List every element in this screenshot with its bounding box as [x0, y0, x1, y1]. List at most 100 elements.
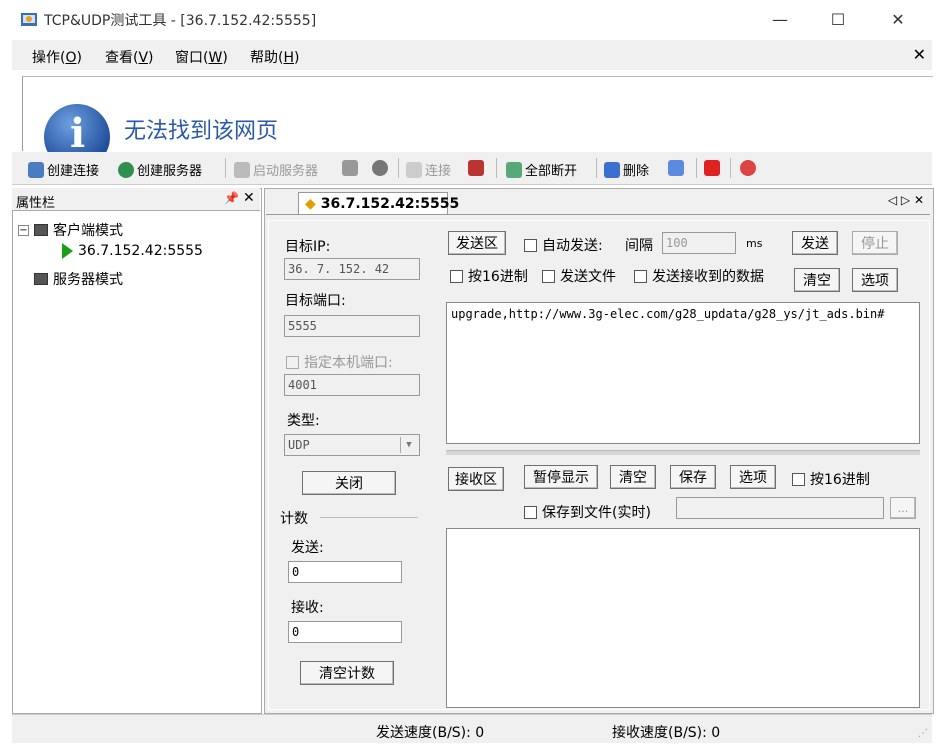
splitter[interactable] [446, 450, 920, 455]
page-not-found-message: 无法找到该网页 [124, 119, 279, 144]
create-server-button[interactable]: 创建服务器 [118, 160, 202, 179]
send-clear-button[interactable]: 清空 [794, 268, 840, 292]
property-panel-title: 属性栏 [16, 196, 56, 211]
delete-all-button[interactable] [668, 160, 684, 176]
auto-send-checkbox[interactable]: 自动发送: [524, 235, 603, 255]
create-connection-button[interactable]: 创建连接 [28, 160, 99, 179]
delete-x-icon [604, 161, 620, 178]
menu-operate[interactable]: 操作(O) [32, 47, 82, 67]
type-label: 类型: [287, 413, 320, 429]
checkbox-icon [286, 355, 299, 369]
pin-icon[interactable]: 📌 [224, 191, 239, 205]
globe-icon [118, 161, 134, 178]
close-window-button[interactable]: ✕ [876, 4, 920, 34]
close-connection-button[interactable]: 关闭 [302, 471, 396, 495]
tree-item-connection[interactable]: 36.7.152.42:5555 [62, 243, 203, 259]
menu-help[interactable]: 帮助(H) [250, 47, 299, 67]
tab-connection[interactable]: ◆ 36.7.152.42:5555 [298, 192, 459, 214]
power-icon [704, 160, 720, 176]
clear-count-button[interactable]: 清空计数 [300, 661, 394, 685]
send-count-label: 发送: [291, 540, 324, 556]
server-users-button[interactable] [342, 160, 358, 176]
target-ip-field[interactable]: 36. 7. 152. 42 [284, 258, 420, 280]
receive-hex-checkbox[interactable]: 按16进制 [792, 469, 870, 489]
resize-grip-icon[interactable]: ⋰ [918, 728, 928, 739]
tree-item-server-mode[interactable]: 服务器模式 [34, 269, 123, 289]
receive-clear-button[interactable]: 清空 [610, 465, 656, 489]
tree-item-client-mode[interactable]: − 客户端模式 [18, 220, 123, 240]
stop-button-toolbar[interactable] [372, 160, 388, 176]
send-textarea[interactable]: upgrade,http://www.3g-elec.com/g28_updat… [446, 302, 920, 444]
close-icon: ✕ [912, 45, 926, 64]
close-panel-button[interactable]: ✕ [243, 190, 255, 206]
new-connection-icon [28, 161, 44, 178]
toolbar-separator [730, 158, 731, 178]
tab-divider [266, 214, 930, 215]
target-ip-label: 目标IP: [285, 239, 331, 255]
checkbox-icon [524, 505, 537, 519]
send-button[interactable]: 发送 [792, 231, 838, 255]
recv-speed-status: 接收速度(B/S): 0 [612, 725, 721, 741]
server-icon [234, 161, 250, 178]
interval-field[interactable]: 100 [662, 232, 736, 254]
checkbox-icon [524, 238, 537, 252]
connect-button[interactable]: 连接 [406, 160, 451, 179]
type-select[interactable]: UDP ▼ [284, 434, 420, 456]
receive-area-button[interactable]: 接收区 [448, 467, 504, 491]
toolbar-separator [596, 158, 597, 178]
computer-icon [34, 273, 48, 285]
stop-circle-icon [372, 160, 388, 176]
disconnect-icon [468, 160, 484, 176]
browse-button[interactable]: ... [890, 497, 916, 519]
send-speed-status: 发送速度(B/S): 0 [376, 725, 485, 741]
toolbar-separator [398, 158, 399, 178]
send-received-checkbox[interactable]: 发送接收到的数据 [634, 266, 764, 286]
disconnect-button[interactable] [468, 160, 484, 176]
save-file-path-field[interactable] [676, 497, 884, 519]
maximize-button[interactable]: ☐ [816, 4, 860, 34]
toolbar-separator [225, 158, 226, 178]
send-options-button[interactable]: 选项 [852, 268, 898, 292]
minimize-button[interactable]: — [758, 4, 802, 34]
help-button[interactable] [740, 160, 756, 176]
delete-all-icon [668, 160, 684, 176]
collapse-icon[interactable]: − [18, 224, 29, 236]
minimize-icon: — [772, 9, 788, 29]
interval-unit: ms [746, 237, 763, 250]
count-divider [320, 517, 418, 518]
mdi-close-button[interactable]: ✕ [913, 45, 926, 64]
app-icon [20, 10, 38, 28]
pause-display-button[interactable]: 暂停显示 [524, 465, 598, 489]
disconnect-all-button[interactable]: 全部断开 [506, 160, 577, 179]
play-icon [62, 243, 73, 259]
receive-options-button[interactable]: 选项 [730, 465, 776, 489]
tab-nav-controls[interactable]: ◁ ▷ ✕ [888, 193, 924, 207]
recv-count-field[interactable]: 0 [288, 621, 402, 643]
users-icon [342, 160, 358, 176]
send-area-button[interactable]: 发送区 [448, 231, 506, 255]
interval-label: 间隔 [625, 238, 653, 254]
recv-count-label: 接收: [291, 600, 324, 616]
info-letter-icon: i [70, 110, 86, 157]
send-file-checkbox[interactable]: 发送文件 [542, 266, 616, 286]
checkbox-icon [542, 269, 555, 283]
start-server-button[interactable]: 启动服务器 [234, 160, 318, 179]
save-to-file-checkbox[interactable]: 保存到文件(实时) [524, 502, 651, 522]
connect-icon [406, 161, 422, 178]
receive-save-button[interactable]: 保存 [670, 465, 716, 489]
stop-button[interactable]: 停止 [852, 231, 898, 255]
menu-view[interactable]: 查看(V) [105, 47, 154, 67]
delete-button[interactable]: 删除 [604, 160, 649, 179]
checkbox-icon [634, 269, 647, 283]
receive-textarea[interactable] [446, 528, 920, 708]
chevron-down-icon[interactable]: ▼ [400, 437, 417, 453]
target-port-field[interactable]: 5555 [284, 315, 420, 337]
send-hex-checkbox[interactable]: 按16进制 [450, 266, 528, 286]
target-port-label: 目标端口: [285, 293, 346, 309]
send-count-field[interactable]: 0 [288, 561, 402, 583]
local-port-checkbox[interactable]: 指定本机端口: [286, 352, 393, 372]
toolbar-separator [696, 158, 697, 178]
menu-window[interactable]: 窗口(W) [175, 47, 228, 67]
exit-button[interactable] [704, 160, 720, 176]
local-port-field[interactable]: 4001 [284, 374, 420, 396]
